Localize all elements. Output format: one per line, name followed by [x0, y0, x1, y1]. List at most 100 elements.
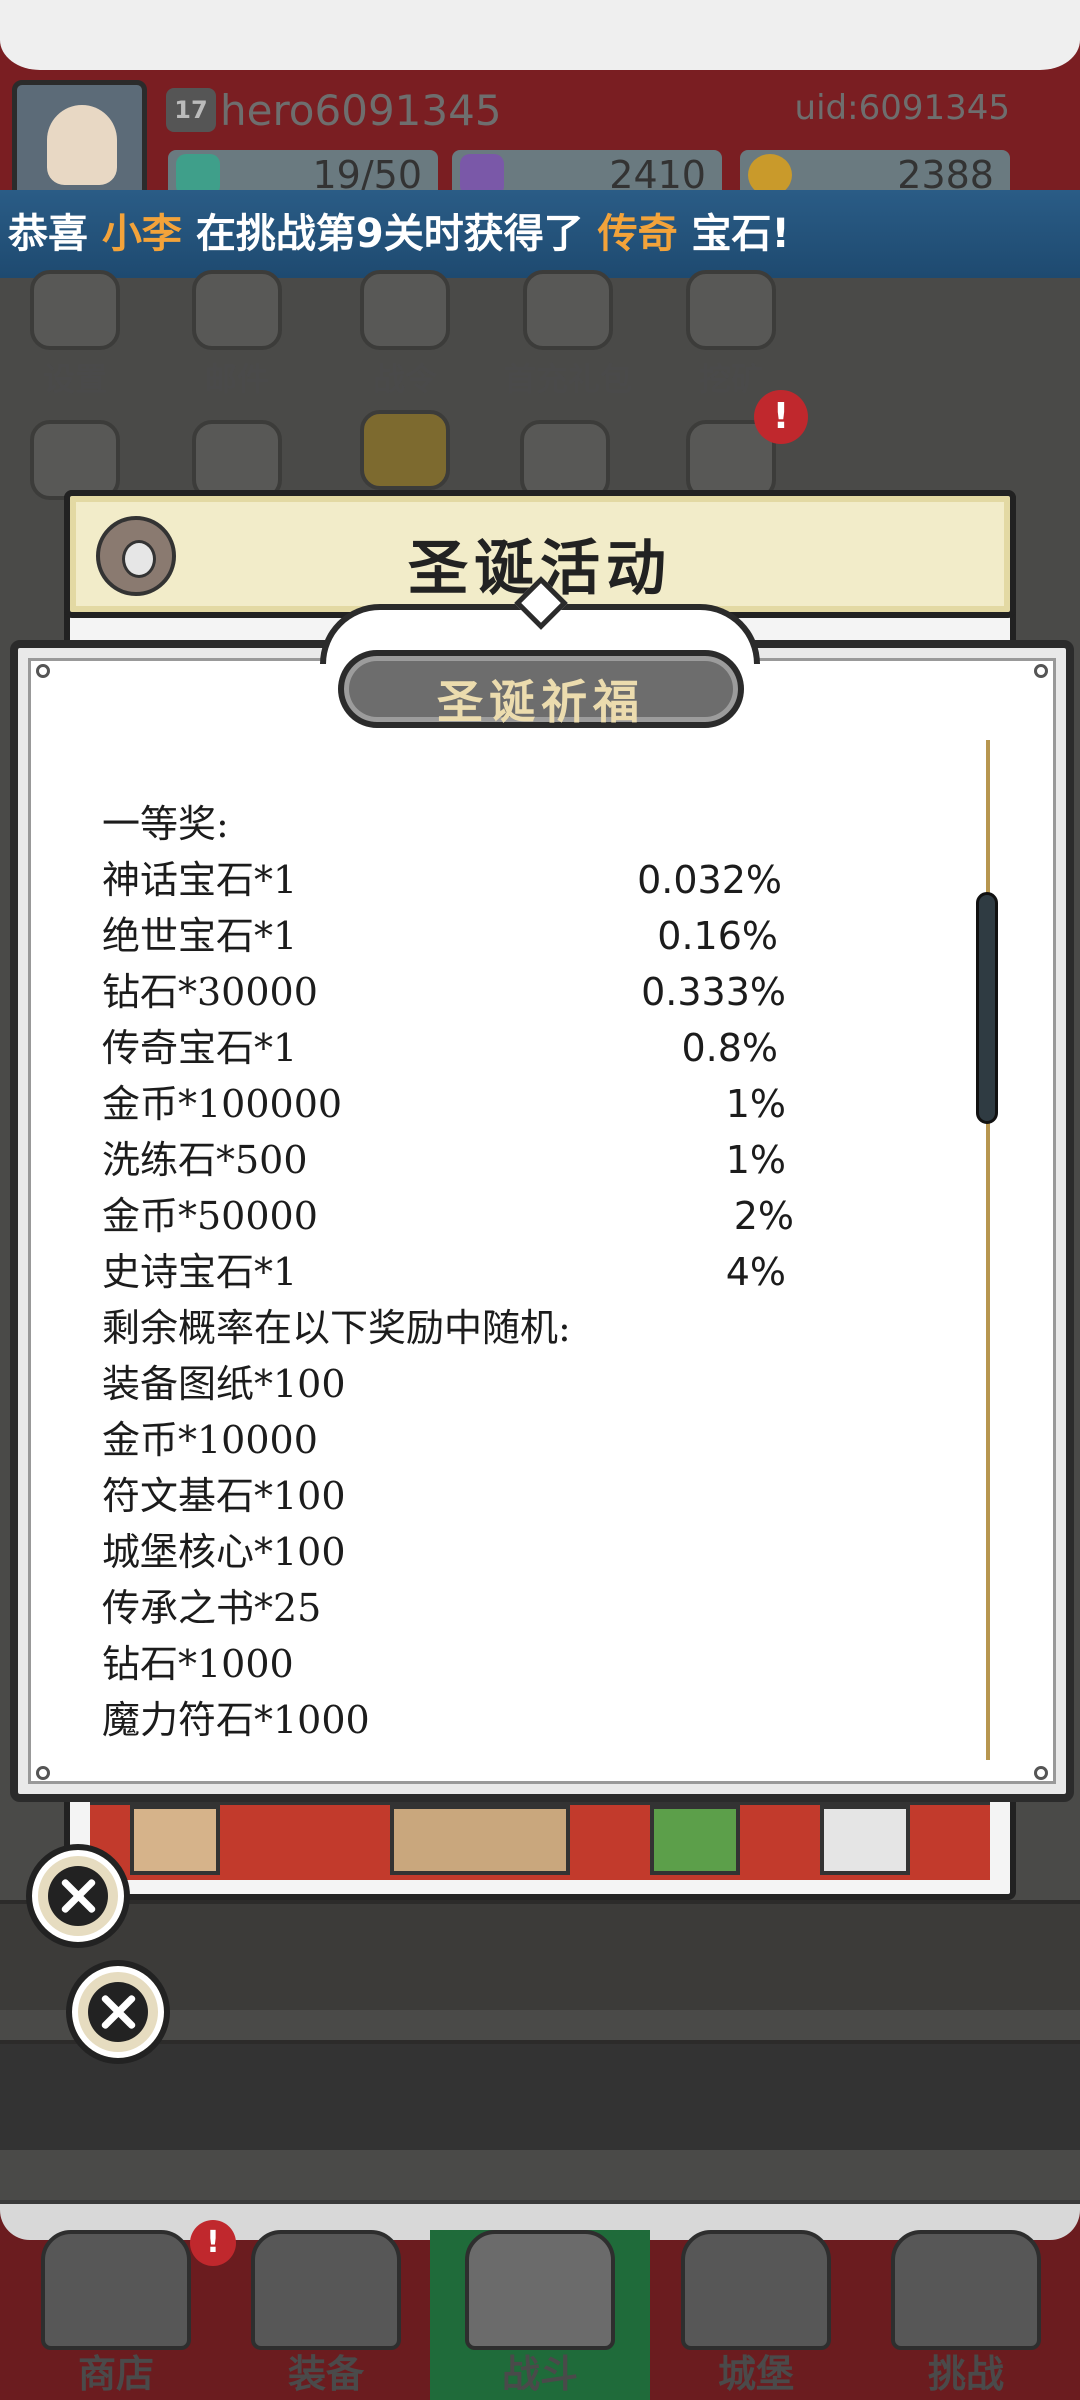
reward-name: 钻石*30000 [102, 970, 318, 1014]
ticker-item-name: 传奇 [597, 211, 678, 257]
hub-settings-button[interactable]: 设置 [10, 270, 140, 400]
prayer-dialog-tab: 圣诞祈福 [338, 650, 744, 729]
hub-misc-icon [520, 420, 610, 500]
reward-name: 史诗宝石*1 [102, 1250, 298, 1294]
hub-mail-button[interactable]: 邮件 [172, 270, 302, 400]
ticker-text: 在挑战第9关时获得了 [181, 211, 598, 257]
hub-icon-label: 首充礼包 [503, 360, 632, 398]
hub-battle-pass-button[interactable]: 战令 [340, 270, 470, 400]
hub-misc-icon [192, 420, 282, 500]
rate-row: 洗练石*500 1% [102, 1132, 786, 1188]
close-icon [88, 1982, 148, 2042]
ticker-text: 宝石! [677, 211, 790, 257]
scene-decoration [130, 1805, 220, 1875]
gear-icon [30, 270, 120, 350]
rate-row: 传奇宝石*1 0.8% [102, 1020, 778, 1076]
player-level-badge: 17 [166, 88, 216, 132]
ticker-text: 恭喜 [8, 211, 102, 257]
rate-row: 金币*50000 2% [102, 1188, 794, 1244]
nav-shop[interactable]: 商店 [16, 2230, 216, 2400]
prize-rates-list[interactable]: 一等奖: 神话宝石*1 0.032% 绝世宝石*1 0.16% 钻石*30000 0.… [102, 796, 794, 1748]
nav-label: 装备 [287, 2352, 364, 2396]
corner-rivet [36, 1766, 50, 1780]
player-uid: uid:6091345 [794, 88, 1010, 128]
first-recharge-icon [523, 270, 613, 350]
snow-decoration [0, 0, 1080, 70]
reward-rate: 0.333% [641, 970, 786, 1014]
reward-rate: 2% [733, 1194, 794, 1238]
hub-icon-label: 邮件 [204, 360, 269, 398]
nav-label: 挑战 [927, 2352, 1004, 2396]
hub-icon-label: 设置 [42, 360, 107, 398]
reward-name: 金币*10000 [102, 1418, 318, 1462]
prayer-dialog-title: 圣诞祈福 [437, 675, 645, 729]
nav-label: 城堡 [717, 2352, 794, 2396]
wood-plank [0, 2040, 1080, 2150]
corner-rivet [36, 664, 50, 678]
mail-icon [192, 270, 282, 350]
reward-name: 传奇宝石*1 [102, 1026, 298, 1070]
nav-label: 战斗 [501, 2352, 578, 2396]
scene-decoration [650, 1805, 740, 1875]
reward-rate: 1% [725, 1138, 786, 1182]
random-reward-row: 魔力符石*1000 [102, 1692, 722, 1748]
reward-rate: 1% [725, 1082, 786, 1126]
rate-row: 绝世宝石*1 0.16% [102, 908, 778, 964]
shop-icon [41, 2230, 191, 2350]
rate-row: 金币*100000 1% [102, 1076, 786, 1132]
random-pool-header: 剩余概率在以下奖励中随机: [102, 1300, 722, 1356]
reward-name: 绝世宝石*1 [102, 914, 298, 958]
nav-label: 商店 [77, 2352, 154, 2396]
random-reward-row: 金币*10000 [102, 1412, 722, 1468]
reward-name: 金币*100000 [102, 1082, 343, 1126]
random-reward-row: 符文基石*100 [102, 1468, 722, 1524]
reward-name: 装备图纸*100 [102, 1362, 346, 1406]
castle-icon [681, 2230, 831, 2350]
corner-rivet [1034, 664, 1048, 678]
reward-name: 金币*50000 [102, 1194, 318, 1238]
christmas-bell-icon [360, 410, 450, 490]
reward-name: 符文基石*100 [102, 1474, 346, 1518]
rate-row: 钻石*30000 0.333% [102, 964, 786, 1020]
reward-rate: 0.16% [657, 914, 778, 958]
challenge-icon [891, 2230, 1041, 2350]
notification-dot: ! [754, 390, 808, 444]
random-reward-row: 传承之书*25 [102, 1580, 722, 1636]
reward-name: 钻石*1000 [102, 1642, 294, 1686]
notification-dot: ! [190, 2220, 236, 2266]
equipment-icon [251, 2230, 401, 2350]
nav-battle[interactable]: 战斗 [430, 2230, 650, 2400]
reward-name: 神话宝石*1 [102, 858, 298, 902]
corner-rivet [1034, 1766, 1048, 1780]
battle-icon [465, 2230, 615, 2350]
first-prize-header: 一等奖: [102, 796, 722, 852]
nav-equipment[interactable]: 装备 [226, 2230, 426, 2400]
rate-row: 神话宝石*1 0.032% [102, 852, 782, 908]
close-icon [48, 1866, 108, 1926]
hub-christmas-button[interactable] [340, 410, 470, 494]
hub-first-recharge-button[interactable]: 首充礼包 [488, 270, 648, 400]
section-header: 剩余概率在以下奖励中随机: [102, 1306, 571, 1350]
ticker-player-name: 小李 [101, 211, 182, 257]
random-reward-row: 装备图纸*100 [102, 1356, 722, 1412]
reward-name: 传承之书*25 [102, 1586, 322, 1630]
close-rates-button[interactable] [26, 1844, 130, 1948]
scene-decoration [820, 1805, 910, 1875]
nav-challenge[interactable]: 挑战 [866, 2230, 1066, 2400]
announcement-ticker: 恭喜 小李 在挑战第9关时获得了 传奇 宝石! [0, 190, 1080, 278]
reward-rate: 4% [725, 1250, 786, 1294]
section-header: 一等奖: [102, 802, 229, 846]
mining-icon [686, 270, 776, 350]
christmas-scene-strip [90, 1800, 990, 1880]
scene-decoration [390, 1805, 570, 1875]
scrollbar-thumb[interactable] [976, 892, 998, 1124]
battle-pass-icon [360, 270, 450, 350]
hub-misc-icon [30, 420, 120, 500]
hub-mining-button[interactable]: 挖矿 [666, 270, 796, 400]
close-event-button[interactable] [66, 1960, 170, 2064]
hub-icon-label: 战令 [372, 360, 437, 398]
random-reward-row: 城堡核心*100 [102, 1524, 722, 1580]
hub-icon-label: 挖矿 [698, 360, 763, 398]
reward-name: 魔力符石*1000 [102, 1698, 370, 1742]
nav-castle[interactable]: 城堡 [656, 2230, 856, 2400]
